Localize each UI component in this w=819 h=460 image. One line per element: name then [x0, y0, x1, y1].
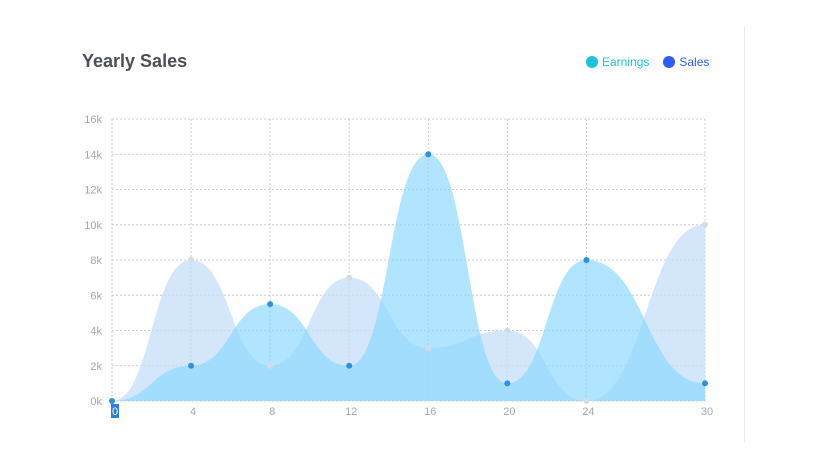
y-tick-label: 0k	[90, 396, 102, 408]
x-axis-ticks: 0 4 8 12 16 20 24 30	[111, 404, 713, 418]
point-sales[interactable]	[504, 380, 511, 387]
point-sales[interactable]	[702, 380, 708, 387]
chart-areas	[112, 154, 705, 401]
x-tick-label: 30	[701, 406, 713, 418]
area-chart: 0k 2k 4k 6k 8k 10k 12k 14k 16k 0 4 8 12 16 20 24 30	[84, 114, 713, 418]
y-axis-ticks: 0k 2k 4k 6k 8k 10k 12k 14k 16k	[84, 114, 102, 408]
point-earnings[interactable]	[188, 257, 195, 263]
y-tick-label: 14k	[84, 149, 102, 161]
y-tick-label: 6k	[90, 290, 102, 302]
point-sales[interactable]	[109, 398, 115, 404]
chart-card: Yearly Sales Earnings Sales 0k 2k 4k 6k 8k 10…	[0, 0, 745, 460]
point-earnings[interactable]	[504, 327, 511, 334]
point-sales[interactable]	[267, 301, 274, 308]
point-earnings[interactable]	[702, 221, 708, 228]
y-tick-label: 10k	[84, 220, 102, 232]
point-earnings[interactable]	[346, 274, 353, 281]
x-tick-label: 12	[345, 406, 357, 418]
point-sales[interactable]	[346, 362, 353, 369]
x-tick-label: 8	[269, 406, 275, 418]
y-tick-label: 4k	[90, 326, 102, 338]
panel-divider	[744, 26, 745, 442]
point-sales[interactable]	[188, 362, 195, 369]
point-sales[interactable]	[425, 151, 432, 158]
y-tick-label: 2k	[90, 361, 102, 373]
x-tick-label: 4	[190, 406, 196, 418]
point-earnings[interactable]	[425, 345, 432, 352]
x-tick-label: 16	[424, 406, 436, 418]
x-tick-label: 0	[112, 406, 118, 418]
point-earnings[interactable]	[583, 398, 590, 404]
x-tick-label: 20	[503, 406, 515, 418]
point-earnings[interactable]	[267, 362, 274, 369]
y-tick-label: 8k	[90, 255, 102, 267]
point-sales[interactable]	[583, 257, 590, 263]
y-tick-label: 16k	[84, 114, 102, 126]
x-tick-label: 24	[582, 406, 594, 418]
y-tick-label: 12k	[84, 185, 102, 197]
